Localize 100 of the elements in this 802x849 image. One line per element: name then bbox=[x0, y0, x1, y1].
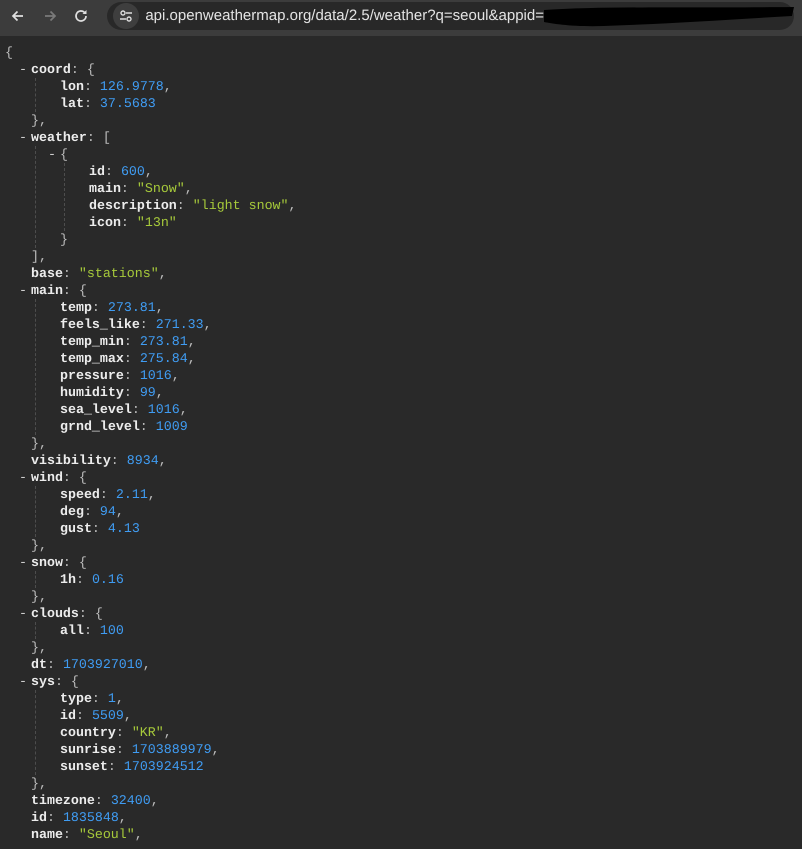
comma: , bbox=[184, 181, 193, 196]
comma: , bbox=[134, 827, 143, 842]
json-key: description bbox=[89, 198, 177, 213]
json-key: lon bbox=[60, 79, 84, 94]
string-value: "Snow" bbox=[136, 181, 185, 196]
json-key: id bbox=[60, 708, 76, 723]
open-bracket: { bbox=[78, 555, 87, 570]
string-value: "light snow" bbox=[192, 198, 289, 213]
comma: , bbox=[180, 402, 188, 417]
number-value: 1016 bbox=[148, 402, 180, 417]
json-key: pressure bbox=[60, 368, 124, 383]
number-value: 1703889979 bbox=[132, 742, 212, 757]
open-bracket: { bbox=[78, 283, 87, 298]
close-bracket: }, bbox=[31, 640, 47, 655]
colon: : bbox=[86, 130, 95, 145]
number-value: 4.13 bbox=[108, 521, 140, 536]
json-key: main bbox=[89, 181, 121, 196]
colon: : bbox=[62, 283, 71, 298]
json-key: temp_max bbox=[60, 351, 124, 366]
collapse-toggle[interactable]: - bbox=[48, 146, 60, 163]
json-key: timezone bbox=[31, 793, 95, 808]
open-bracket: [ bbox=[102, 130, 111, 145]
json-key: feels_like bbox=[60, 317, 140, 332]
comma: , bbox=[116, 504, 124, 519]
number-value: 8934 bbox=[126, 453, 159, 468]
collapse-toggle[interactable]: - bbox=[19, 605, 31, 622]
json-key: main bbox=[31, 283, 63, 298]
json-key: dt bbox=[31, 657, 47, 672]
colon: : bbox=[116, 725, 124, 740]
collapse-toggle[interactable]: - bbox=[19, 282, 31, 299]
json-key: 1h bbox=[60, 572, 76, 587]
open-bracket: { bbox=[60, 147, 68, 162]
number-value: 1703927010 bbox=[62, 657, 143, 672]
close-bracket: ], bbox=[31, 249, 47, 264]
open-bracket: { bbox=[5, 45, 13, 60]
colon: : bbox=[92, 691, 100, 706]
json-key: icon bbox=[89, 215, 121, 230]
json-key: humidity bbox=[60, 385, 124, 400]
comma: , bbox=[164, 79, 172, 94]
json-key: snow bbox=[31, 555, 63, 570]
collapse-toggle[interactable]: - bbox=[19, 469, 31, 486]
close-bracket: }, bbox=[31, 436, 47, 451]
comma: , bbox=[118, 810, 127, 825]
collapse-toggle[interactable]: - bbox=[19, 129, 31, 146]
json-key: visibility bbox=[31, 453, 111, 468]
comma: , bbox=[116, 691, 124, 706]
comma: , bbox=[124, 708, 132, 723]
json-key: lat bbox=[60, 96, 84, 111]
number-value: 2.11 bbox=[116, 487, 148, 502]
number-value: 99 bbox=[140, 385, 156, 400]
json-key: base bbox=[31, 266, 63, 281]
comma: , bbox=[156, 385, 164, 400]
close-bracket: } bbox=[60, 232, 68, 247]
collapse-toggle[interactable]: - bbox=[19, 61, 31, 78]
number-value: 0.16 bbox=[92, 572, 124, 587]
close-bracket: }, bbox=[31, 776, 47, 791]
colon: : bbox=[132, 402, 140, 417]
colon: : bbox=[92, 521, 100, 536]
comma: , bbox=[148, 487, 156, 502]
string-value: "KR" bbox=[132, 725, 164, 740]
number-value: 273.81 bbox=[140, 334, 188, 349]
json-key: coord bbox=[31, 62, 71, 77]
colon: : bbox=[76, 708, 84, 723]
colon: : bbox=[176, 198, 185, 213]
json-key: gust bbox=[60, 521, 92, 536]
close-bracket: }, bbox=[31, 589, 47, 604]
close-bracket: }, bbox=[31, 538, 47, 553]
colon: : bbox=[140, 317, 148, 332]
comma: , bbox=[164, 725, 172, 740]
number-value: 37.5683 bbox=[100, 96, 156, 111]
json-key: country bbox=[60, 725, 116, 740]
address-bar[interactable]: api.openweathermap.org/data/2.5/weather?q=seoul&appid= bbox=[107, 2, 794, 30]
reload-icon bbox=[73, 8, 90, 24]
colon: : bbox=[120, 181, 129, 196]
number-value: 1703924512 bbox=[124, 759, 204, 774]
comma: , bbox=[158, 453, 167, 468]
open-bracket: { bbox=[70, 674, 79, 689]
colon: : bbox=[62, 555, 71, 570]
site-settings-button[interactable] bbox=[113, 3, 140, 29]
json-key: clouds bbox=[31, 606, 79, 621]
comma: , bbox=[150, 793, 159, 808]
colon: : bbox=[104, 164, 113, 179]
colon: : bbox=[62, 827, 71, 842]
number-value: 273.81 bbox=[108, 300, 156, 315]
comma: , bbox=[188, 351, 196, 366]
colon: : bbox=[62, 470, 71, 485]
number-value: 600 bbox=[120, 164, 145, 179]
json-key: sys bbox=[31, 674, 55, 689]
collapse-toggle[interactable]: - bbox=[19, 673, 31, 690]
colon: : bbox=[78, 606, 87, 621]
number-value: 94 bbox=[100, 504, 116, 519]
open-bracket: { bbox=[78, 470, 87, 485]
back-arrow-icon bbox=[10, 8, 26, 24]
comma: , bbox=[142, 657, 151, 672]
string-value: "Seoul" bbox=[78, 827, 135, 842]
comma: , bbox=[156, 300, 164, 315]
url-text: api.openweathermap.org/data/2.5/weather?q=seoul&appid= bbox=[145, 6, 544, 26]
colon: : bbox=[124, 385, 132, 400]
json-key: name bbox=[31, 827, 63, 842]
collapse-toggle[interactable]: - bbox=[19, 554, 31, 571]
